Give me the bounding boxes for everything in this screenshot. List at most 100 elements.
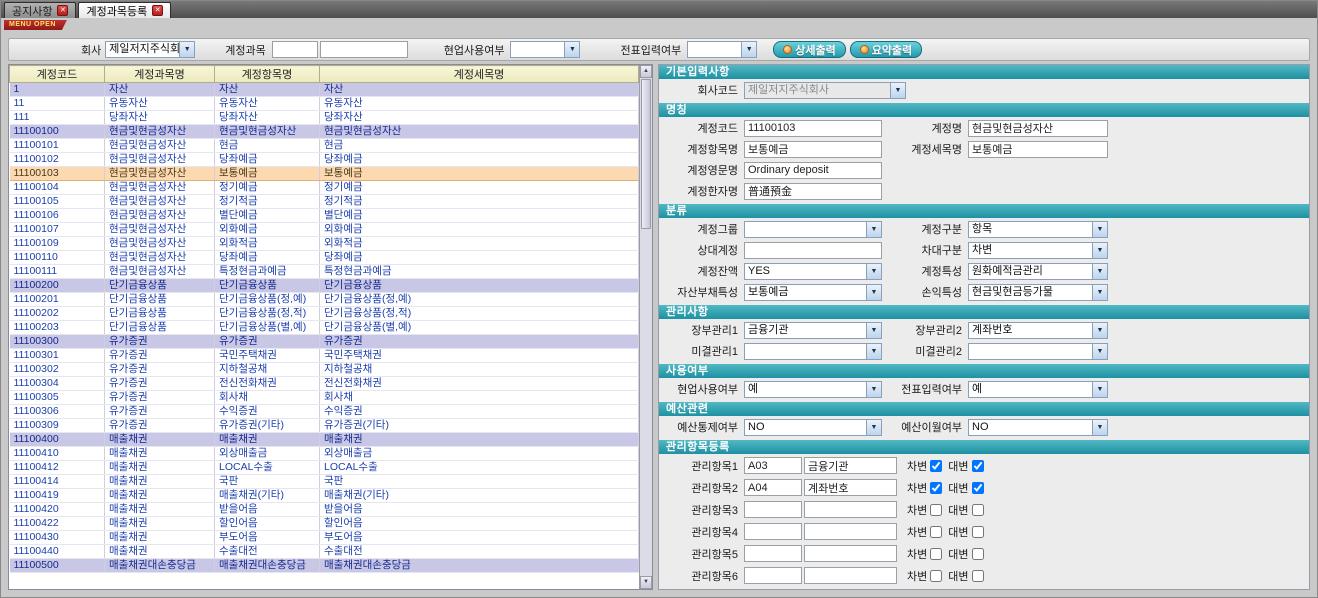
account-name-input[interactable] (968, 120, 1108, 137)
account-group-select[interactable]: ▼ (744, 221, 882, 238)
credit-checkbox[interactable] (972, 548, 984, 560)
col-header-detail[interactable]: 계정세목명 (320, 66, 639, 83)
detail-name-input[interactable] (968, 141, 1108, 158)
asset-characteristic-select[interactable]: 보통예금 ▼ (744, 284, 882, 301)
table-row[interactable]: 11100306유가증권수익증권수익증권 (10, 405, 639, 419)
table-row[interactable]: 11100109현금및현금성자산외화적금외화적금 (10, 237, 639, 251)
ledger1-select[interactable]: 금융기관 ▼ (744, 322, 882, 339)
menu-open-button[interactable]: MENU OPEN (4, 20, 67, 30)
debit-checkbox[interactable] (930, 482, 942, 494)
characteristic-select[interactable]: 원화예적금관리 ▼ (968, 263, 1108, 280)
account-code-filter-input[interactable] (272, 41, 318, 58)
debit-checkbox[interactable] (930, 526, 942, 538)
debit-checkbox[interactable] (930, 570, 942, 582)
budget-control-select[interactable]: NO ▼ (744, 419, 882, 436)
scrollbar-thumb[interactable] (641, 79, 651, 229)
col-header-code[interactable]: 계정코드 (10, 66, 105, 83)
pending2-select[interactable]: ▼ (968, 343, 1108, 360)
item-name-input[interactable] (744, 141, 882, 158)
mgmt-item-name-input[interactable] (804, 479, 897, 496)
mgmt-item-name-input[interactable] (804, 567, 897, 584)
credit-checkbox[interactable] (972, 460, 984, 472)
table-row[interactable]: 11100300유가증권유가증권유가증권 (10, 335, 639, 349)
table-row[interactable]: 111당좌자산당좌자산당좌자산 (10, 111, 639, 125)
vertical-scrollbar[interactable]: ▲ ▼ (639, 65, 652, 589)
col-header-item[interactable]: 계정항목명 (215, 66, 320, 83)
debit-checkbox[interactable] (930, 460, 942, 472)
table-row[interactable]: 11100105현금및현금성자산정기적금정기적금 (10, 195, 639, 209)
pending1-select[interactable]: ▼ (744, 343, 882, 360)
scroll-up-icon[interactable]: ▲ (640, 65, 652, 78)
col-header-name[interactable]: 계정과목명 (105, 66, 215, 83)
tab-close-icon[interactable]: ✕ (57, 5, 68, 16)
dc-type-select[interactable]: 차변 ▼ (968, 242, 1108, 259)
table-row[interactable]: 11100203단기금융상품단기금융상품(별,예)단기금융상품(별,예) (10, 321, 639, 335)
table-row[interactable]: 11100422매출채권할인어음할인어음 (10, 517, 639, 531)
table-row[interactable]: 11100107현금및현금성자산외화예금외화예금 (10, 223, 639, 237)
table-row[interactable]: 11100400매출채권매출채권매출채권 (10, 433, 639, 447)
tab-notice[interactable]: 공지사항 ✕ (4, 2, 76, 18)
debit-checkbox[interactable] (930, 548, 942, 560)
table-row[interactable]: 11100414매출채권국판국판 (10, 475, 639, 489)
table-row[interactable]: 11100304유가증권전신전화채권전신전화채권 (10, 377, 639, 391)
credit-checkbox[interactable] (972, 482, 984, 494)
table-row[interactable]: 11100500매출채권대손충당금매출채권대손충당금매출채권대손충당금 (10, 559, 639, 573)
budget-carryover-select[interactable]: NO ▼ (968, 419, 1108, 436)
scroll-down-icon[interactable]: ▼ (640, 576, 652, 589)
table-row[interactable]: 11100305유가증권회사채회사채 (10, 391, 639, 405)
table-row[interactable]: 1자산자산자산 (10, 83, 639, 97)
voucher-use-select[interactable]: 예 ▼ (968, 381, 1108, 398)
mgmt-item-name-input[interactable] (804, 457, 897, 474)
mgmt-item-name-input[interactable] (804, 545, 897, 562)
mgmt-item-code-input[interactable] (744, 479, 802, 496)
table-row[interactable]: 11100101현금및현금성자산현금현금 (10, 139, 639, 153)
field-use-filter-select[interactable]: ▼ (510, 41, 580, 58)
table-row[interactable]: 11100412매출채권LOCAL수출LOCAL수출 (10, 461, 639, 475)
credit-checkbox[interactable] (972, 570, 984, 582)
table-row[interactable]: 11100309유가증권유가증권(기타)유가증권(기타) (10, 419, 639, 433)
table-row[interactable]: 11100301유가증권국민주택채권국민주택채권 (10, 349, 639, 363)
account-type-select[interactable]: 항목 ▼ (968, 221, 1108, 238)
table-row[interactable]: 11100202단기금융상품단기금융상품(정,적)단기금융상품(정,적) (10, 307, 639, 321)
table-row[interactable]: 11100420매출채권받을어음받을어음 (10, 503, 639, 517)
table-row[interactable]: 11100104현금및현금성자산정기예금정기예금 (10, 181, 639, 195)
table-row[interactable]: 11유동자산유동자산유동자산 (10, 97, 639, 111)
voucher-filter-select[interactable]: ▼ (687, 41, 757, 58)
ledger2-select[interactable]: 계좌번호 ▼ (968, 322, 1108, 339)
pl-characteristic-select[interactable]: 현금및현금등가물 ▼ (968, 284, 1108, 301)
table-row[interactable]: 11100430매출채권부도어음부도어음 (10, 531, 639, 545)
table-row[interactable]: 11100302유가증권지하철공채지하철공채 (10, 363, 639, 377)
account-name-filter-input[interactable] (320, 41, 408, 58)
detail-print-button[interactable]: 상세출력 (773, 41, 845, 58)
mgmt-item-code-input[interactable] (744, 567, 802, 584)
table-row[interactable]: 11100440매출채권수출대전수출대전 (10, 545, 639, 559)
scrollbar-track[interactable] (640, 230, 652, 576)
credit-checkbox[interactable] (972, 526, 984, 538)
company-select[interactable]: 제일저지주식회사 ▼ (105, 41, 195, 58)
table-row[interactable]: 11100410매출채권외상매출금외상매출금 (10, 447, 639, 461)
mgmt-item-code-input[interactable] (744, 501, 802, 518)
hanja-name-input[interactable] (744, 183, 882, 200)
debit-checkbox[interactable] (930, 504, 942, 516)
table-row[interactable]: 11100419매출채권매출채권(기타)매출채권(기타) (10, 489, 639, 503)
table-row[interactable]: 11100103현금및현금성자산보통예금보통예금 (10, 167, 639, 181)
summary-print-button[interactable]: 요약출력 (850, 41, 922, 58)
tab-account-registration[interactable]: 계정과목등록 ✕ (78, 2, 171, 18)
credit-checkbox[interactable] (972, 504, 984, 516)
account-code-input[interactable] (744, 120, 882, 137)
mgmt-item-name-input[interactable] (804, 501, 897, 518)
table-row[interactable]: 11100100현금및현금성자산현금및현금성자산현금및현금성자산 (10, 125, 639, 139)
table-row[interactable]: 11100102현금및현금성자산당좌예금당좌예금 (10, 153, 639, 167)
mgmt-item-code-input[interactable] (744, 523, 802, 540)
mgmt-item-code-input[interactable] (744, 457, 802, 474)
mgmt-item-name-input[interactable] (804, 523, 897, 540)
balance-select[interactable]: YES ▼ (744, 263, 882, 280)
table-row[interactable]: 11100106현금및현금성자산별단예금별단예금 (10, 209, 639, 223)
table-row[interactable]: 11100111현금및현금성자산특정현금과예금특정현금과예금 (10, 265, 639, 279)
table-row[interactable]: 11100110현금및현금성자산당좌예금당좌예금 (10, 251, 639, 265)
mgmt-item-code-input[interactable] (744, 545, 802, 562)
table-row[interactable]: 11100200단기금융상품단기금융상품단기금융상품 (10, 279, 639, 293)
english-name-input[interactable] (744, 162, 882, 179)
table-row[interactable]: 11100201단기금융상품단기금융상품(정,예)단기금융상품(정,예) (10, 293, 639, 307)
field-use-select[interactable]: 예 ▼ (744, 381, 882, 398)
